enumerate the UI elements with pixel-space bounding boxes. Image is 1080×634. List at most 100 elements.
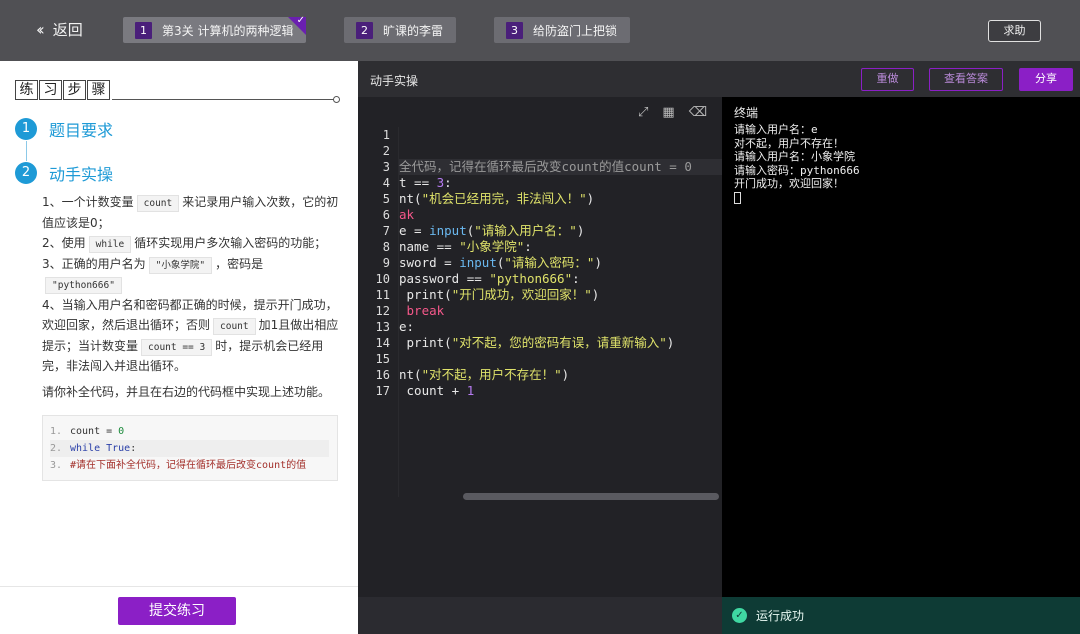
back-button[interactable]: ‹‹ 返回 bbox=[36, 19, 83, 40]
line-number: 5 bbox=[382, 192, 390, 206]
desc-paragraph: 4、当输入用户名和密码都正确的时候，提示开门成功，欢迎回家，然后退出循环；否则 c… bbox=[42, 295, 342, 377]
code-token: input bbox=[459, 255, 497, 270]
tab-label: 旷课的李雷 bbox=[383, 23, 444, 38]
code-token: ) bbox=[594, 255, 602, 270]
snippet-token: count = bbox=[70, 426, 119, 437]
help-button[interactable]: 求助 bbox=[988, 20, 1041, 42]
code-line[interactable]: t == 3: bbox=[399, 175, 722, 191]
code-area[interactable]: 全代码，记得在循环最后改变count的值count = 0t == 3: nt("… bbox=[399, 127, 722, 497]
code-line[interactable]: ak bbox=[399, 207, 722, 223]
code-line[interactable]: print("开门成功，欢迎回家！") bbox=[399, 287, 722, 303]
share-button[interactable]: 分享 bbox=[1019, 68, 1073, 91]
step-label: 动手实操 bbox=[49, 165, 114, 184]
editor-header: 动手实操 重做 查看答案 分享 bbox=[358, 61, 1080, 97]
horizontal-scrollbar[interactable] bbox=[399, 491, 722, 501]
top-bar: ‹‹ 返回 1 第3关 计算机的两种逻辑 ✓ 2 旷课的李雷 3 给防盗门上把锁… bbox=[0, 0, 1080, 61]
eraser-icon[interactable]: ⌫ bbox=[689, 105, 707, 120]
code-line[interactable]: nt("机会已经用完，非法闯入！") bbox=[399, 191, 722, 207]
step-item-requirements[interactable]: 1 题目要求 bbox=[15, 117, 113, 141]
line-number: 7 bbox=[382, 224, 390, 238]
terminal-line: 请输入用户名：小象学院 bbox=[734, 150, 855, 163]
code-line[interactable]: e: bbox=[399, 319, 722, 335]
code-chip: "小象学院" bbox=[148, 256, 213, 274]
tab-step-3[interactable]: 3 给防盗门上把锁 bbox=[494, 17, 630, 43]
code-line[interactable]: e = input("请输入用户名：") bbox=[399, 223, 722, 239]
code-token: : bbox=[524, 239, 532, 254]
step-circle: 2 bbox=[15, 162, 37, 184]
code-line[interactable]: break bbox=[399, 303, 722, 319]
check-circle-icon: ✓ bbox=[732, 608, 747, 623]
snippet-token: : bbox=[130, 443, 137, 454]
left-footer: 提交练习 bbox=[0, 586, 358, 634]
steps-heading: 练 习 步 骤 bbox=[15, 80, 111, 100]
desc-paragraph: 1、一个计数变量 count 来记录用户输入次数，它的初值应该是0； bbox=[42, 192, 342, 233]
code-token: 全代码，记得在循环最后改变count的值count = 0 bbox=[399, 159, 692, 174]
code-token: ) bbox=[576, 223, 585, 238]
code-chip: count bbox=[213, 318, 256, 335]
back-label: 返回 bbox=[52, 21, 83, 39]
tab-label: 第3关 计算机的两种逻辑 bbox=[162, 23, 294, 38]
tab-step-1[interactable]: 1 第3关 计算机的两种逻辑 ✓ bbox=[123, 15, 306, 43]
instructions-panel: 练 习 步 骤 1 题目要求 2 动手实操 1、一个计数变量 count 来记录用户… bbox=[0, 61, 358, 634]
terminal-line: 请输入用户名：e bbox=[734, 123, 818, 136]
code-line[interactable]: 全代码，记得在循环最后改变count的值count = 0 bbox=[399, 159, 722, 175]
code-token: name == bbox=[399, 239, 460, 254]
code-line[interactable]: nt("对不起，用户不存在！") bbox=[399, 367, 722, 383]
code-line[interactable]: password == "python666": bbox=[399, 271, 722, 287]
submit-button[interactable]: 提交练习 bbox=[118, 597, 236, 625]
step-number: 2 bbox=[356, 21, 373, 39]
code-line[interactable]: sword = input("请输入密码：") bbox=[399, 255, 722, 271]
code-token: ) bbox=[586, 191, 595, 206]
editor-title: 动手实操 bbox=[370, 74, 419, 88]
terminal-line: 开门成功，欢迎回家！ bbox=[734, 177, 844, 190]
code-chip: count == 3 bbox=[141, 338, 213, 356]
code-editor[interactable]: ⤢ ▦ ⌫ 1 2 3 4 5 6 7 8 9 10 11 12 13 14 15 16 17 全代码，记得在循… bbox=[358, 97, 722, 634]
code-token: sword = bbox=[399, 255, 460, 270]
code-token: nt( bbox=[399, 191, 422, 206]
expand-icon[interactable]: ⤢ bbox=[638, 105, 648, 120]
heading-char: 步 bbox=[63, 80, 86, 100]
desc-paragraph: 3、正确的用户名为 "小象学院" ，密码是 "python666" bbox=[42, 254, 342, 295]
scrollbar-thumb[interactable] bbox=[463, 493, 719, 500]
code-token: ) bbox=[591, 287, 600, 302]
code-line[interactable]: name == "小象学院": bbox=[399, 239, 722, 255]
code-line[interactable] bbox=[399, 127, 722, 143]
line-number: 11 bbox=[375, 288, 390, 302]
code-token: password == bbox=[399, 271, 490, 286]
code-line[interactable]: count + 1 bbox=[399, 383, 722, 399]
line-number-gutter: 1 2 3 4 5 6 7 8 9 10 11 12 13 14 15 16 17 bbox=[358, 127, 398, 497]
task-prompt: 请你补全代码，并且在右边的代码框中实现上述功能。 bbox=[42, 385, 331, 399]
code-line[interactable] bbox=[399, 143, 722, 159]
heading-char: 习 bbox=[39, 80, 62, 100]
code-line[interactable]: print("对不起，您的密码有误，请重新输入") bbox=[399, 335, 722, 351]
terminal-panel[interactable]: 终端 请输入用户名：e 对不起，用户不存在！ 请输入用户名：小象学院 请输入密码：py… bbox=[722, 97, 1080, 597]
desc-text: ，密码是 bbox=[215, 256, 264, 271]
line-number: 3 bbox=[382, 160, 390, 174]
code-token: "请输入用户名：" bbox=[474, 223, 577, 238]
code-token: nt( bbox=[399, 367, 422, 382]
code-token: count + bbox=[399, 383, 467, 398]
terminal-output: 请输入用户名：e 对不起，用户不存在！ 请输入用户名：小象学院 请输入密码：pytho… bbox=[734, 123, 860, 204]
terminal-line: 对不起，用户不存在！ bbox=[734, 136, 844, 150]
desc-text: 2、使用 bbox=[42, 236, 86, 250]
snippet-line-number: 1. bbox=[50, 426, 63, 437]
code-token: e = bbox=[399, 223, 430, 238]
status-text: 运行成功 bbox=[756, 609, 805, 623]
snippet-line: 1. count = 0 bbox=[50, 423, 337, 440]
reset-button[interactable]: 重做 bbox=[861, 68, 914, 91]
step-item-practice[interactable]: 2 动手实操 bbox=[15, 161, 113, 185]
snippet-line: 2. while True: bbox=[50, 440, 329, 457]
line-number: 6 bbox=[382, 208, 390, 222]
code-token: "请输入密码：" bbox=[504, 255, 595, 270]
layout-icon[interactable]: ▦ bbox=[662, 105, 674, 120]
code-token: print( bbox=[399, 335, 452, 350]
heading-char: 练 bbox=[15, 80, 38, 100]
view-answer-button[interactable]: 查看答案 bbox=[929, 68, 1003, 91]
tab-step-2[interactable]: 2 旷课的李雷 bbox=[344, 17, 456, 43]
desc-text: 1、一个计数变量 bbox=[42, 195, 134, 209]
line-number: 9 bbox=[382, 256, 390, 270]
terminal-title: 终端 bbox=[734, 106, 759, 120]
line-number: 16 bbox=[375, 368, 390, 382]
step-connector bbox=[26, 141, 27, 161]
code-line[interactable] bbox=[399, 351, 722, 367]
